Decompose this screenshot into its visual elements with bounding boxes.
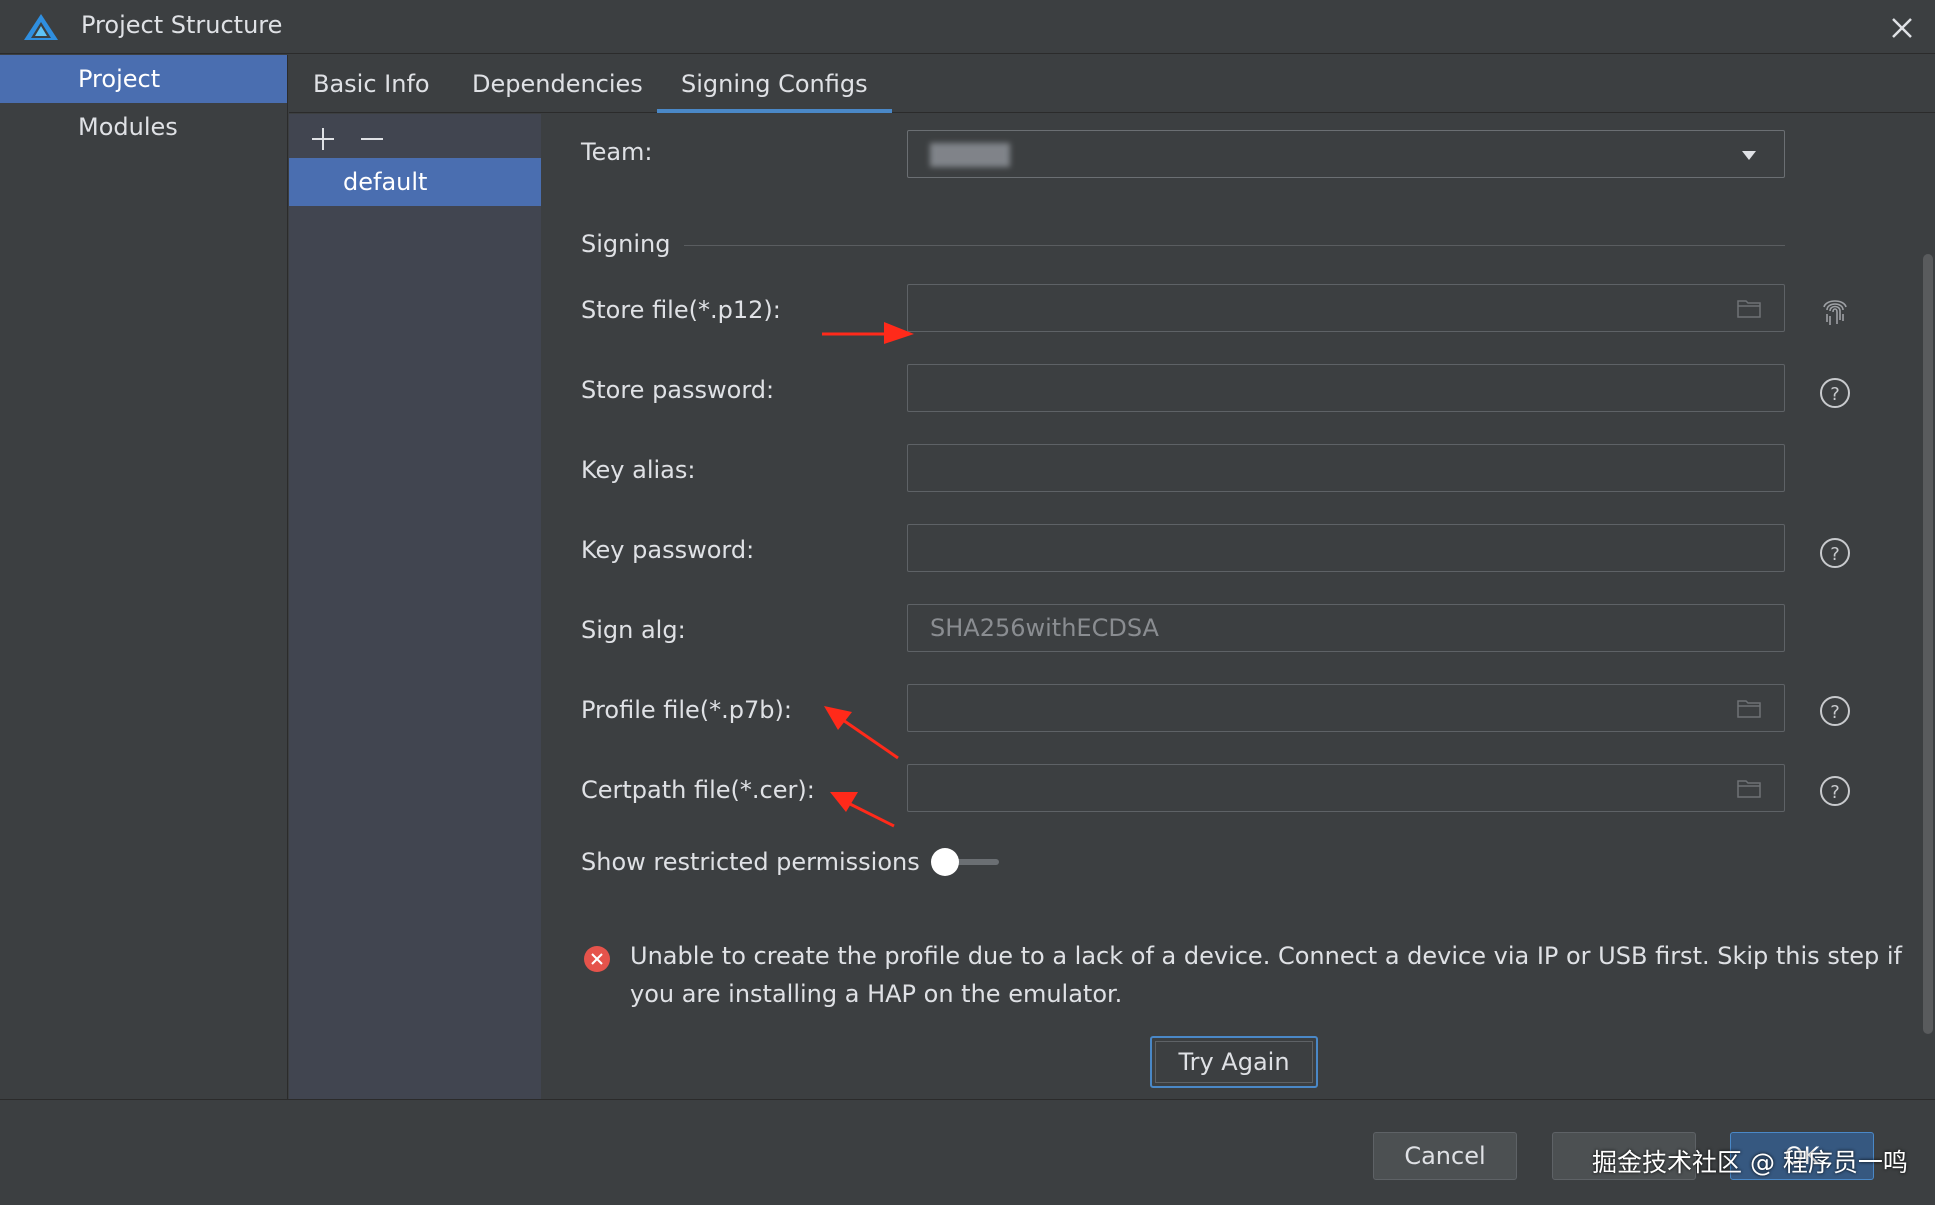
- error-message: Unable to create the profile due to a la…: [630, 942, 1902, 1008]
- sign-alg-label: Sign alg:: [581, 616, 686, 644]
- profile-file-input[interactable]: [908, 685, 1784, 731]
- title-bar: Project Structure: [0, 0, 1935, 54]
- svg-text:?: ?: [1830, 544, 1840, 565]
- store-file-input[interactable]: [908, 285, 1784, 331]
- team-select[interactable]: [907, 130, 1785, 178]
- watermark: 掘金技术社区 @ 程序员一鸣: [1592, 1148, 1908, 1177]
- error-icon: [584, 946, 610, 972]
- help-icon[interactable]: ?: [1818, 376, 1852, 410]
- window-title: Project Structure: [81, 11, 283, 39]
- section-divider: [684, 245, 1785, 246]
- show-restricted-toggle[interactable]: [931, 847, 1001, 877]
- harmony-logo-icon: [24, 14, 58, 40]
- folder-icon[interactable]: [1736, 297, 1762, 319]
- key-alias-field[interactable]: [907, 444, 1785, 492]
- fingerprint-icon[interactable]: [1818, 296, 1852, 330]
- vertical-scrollbar[interactable]: [1923, 254, 1933, 1034]
- store-file-label: Store file(*.p12):: [581, 296, 781, 324]
- store-password-input[interactable]: [908, 365, 1784, 411]
- key-password-label: Key password:: [581, 536, 755, 564]
- key-alias-label: Key alias:: [581, 456, 696, 484]
- nav-item-modules[interactable]: Modules: [0, 103, 287, 151]
- store-password-label: Store password:: [581, 376, 775, 404]
- folder-icon[interactable]: [1736, 777, 1762, 799]
- help-icon[interactable]: ?: [1818, 694, 1852, 728]
- certpath-file-field[interactable]: [907, 764, 1785, 812]
- sign-alg-field: [907, 604, 1785, 652]
- show-restricted-label: Show restricted permissions: [581, 848, 920, 876]
- try-again-button[interactable]: Try Again: [1150, 1036, 1318, 1088]
- plus-icon[interactable]: [306, 122, 340, 156]
- key-password-field[interactable]: [907, 524, 1785, 572]
- certpath-file-input[interactable]: [908, 765, 1784, 811]
- svg-text:?: ?: [1830, 384, 1840, 405]
- signing-form: Team: Signing Store file(*.p12): Store p…: [542, 114, 1935, 1099]
- store-file-field[interactable]: [907, 284, 1785, 332]
- svg-text:?: ?: [1830, 782, 1840, 803]
- team-label: Team:: [581, 138, 653, 166]
- config-list-panel: default: [289, 114, 541, 1099]
- nav-item-project[interactable]: Project: [0, 55, 287, 103]
- key-alias-input[interactable]: [908, 445, 1784, 491]
- folder-icon[interactable]: [1736, 697, 1762, 719]
- tab-signing-configs[interactable]: Signing Configs: [657, 55, 892, 113]
- certpath-file-label: Certpath file(*.cer):: [581, 776, 815, 804]
- sign-alg-input: [908, 605, 1784, 651]
- key-password-input[interactable]: [908, 525, 1784, 571]
- team-value-redacted: [930, 143, 1010, 167]
- help-icon[interactable]: ?: [1818, 536, 1852, 570]
- store-password-field[interactable]: [907, 364, 1785, 412]
- annotation-arrow-certpath-file: [830, 792, 895, 828]
- help-icon[interactable]: ?: [1818, 774, 1852, 808]
- svg-text:?: ?: [1830, 702, 1840, 723]
- annotation-arrow-store-file: [822, 322, 914, 344]
- button-focus-ring: [1155, 1041, 1313, 1083]
- tab-basic-info[interactable]: Basic Info: [289, 55, 454, 113]
- profile-file-field[interactable]: [907, 684, 1785, 732]
- tab-bar: Basic Info Dependencies Signing Configs: [289, 55, 1935, 113]
- left-nav: Project Modules: [0, 55, 288, 1099]
- toggle-knob: [931, 848, 959, 876]
- config-item-default[interactable]: default: [289, 158, 541, 206]
- annotation-arrow-profile-file: [824, 706, 899, 760]
- tab-dependencies[interactable]: Dependencies: [448, 55, 667, 113]
- close-icon[interactable]: [1886, 12, 1918, 44]
- minus-icon[interactable]: [355, 122, 389, 156]
- cancel-button[interactable]: Cancel: [1373, 1132, 1517, 1180]
- signing-section-label: Signing: [581, 230, 671, 258]
- profile-file-label: Profile file(*.p7b):: [581, 696, 792, 724]
- chevron-down-icon: [1742, 151, 1756, 160]
